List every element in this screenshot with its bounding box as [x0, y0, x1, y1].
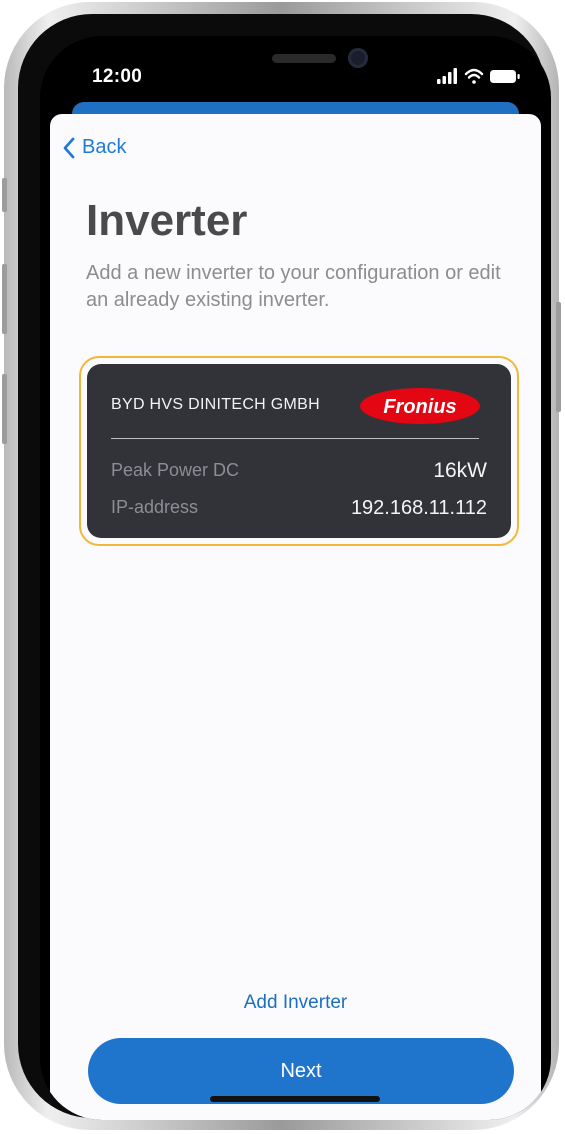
inverter-name: BYD HVS DINITECH GMBH — [111, 396, 320, 413]
phone-screen: 12:00 Back Inverter Add a new inverter t… — [40, 36, 551, 1120]
status-time: 12:00 — [92, 66, 143, 87]
next-button[interactable]: Next — [88, 1038, 514, 1104]
ip-address-label: IP-address — [111, 497, 199, 517]
back-button[interactable]: Back — [62, 136, 126, 159]
peak-power-label: Peak Power DC — [111, 460, 240, 480]
mute-switch — [2, 178, 7, 212]
page-subtitle: Add a new inverter to your configuration… — [86, 262, 501, 311]
card-divider — [111, 438, 479, 439]
brand-name: Fronius — [383, 396, 456, 418]
add-inverter-link[interactable]: Add Inverter — [50, 992, 541, 1014]
page-title: Inverter — [86, 196, 248, 245]
side-button — [556, 302, 561, 412]
ip-address-value: 192.168.11.112 — [350, 497, 487, 519]
battery-icon — [490, 70, 520, 83]
back-label: Back — [82, 136, 127, 158]
cellular-signal-icon — [437, 68, 457, 84]
peak-power-value: 16kW — [433, 459, 487, 482]
home-indicator — [210, 1096, 380, 1102]
notch — [165, 36, 426, 100]
chevron-left-icon — [63, 137, 75, 158]
fronius-logo: Fronius — [360, 388, 480, 424]
wifi-icon — [464, 68, 484, 84]
front-camera — [348, 48, 368, 68]
volume-up-button — [2, 264, 7, 334]
phone-bezel: 12:00 Back Inverter Add a new inverter t… — [18, 14, 551, 1120]
speaker-grille — [272, 54, 336, 63]
modal-sheet: Back Inverter Add a new inverter to your… — [50, 114, 541, 1120]
status-icons — [435, 66, 525, 86]
phone-frame: 12:00 Back Inverter Add a new inverter t… — [2, 2, 561, 1130]
volume-down-button — [2, 374, 7, 444]
inverter-card[interactable]: BYD HVS DINITECH GMBH Fronius Peak Power… — [87, 364, 511, 538]
